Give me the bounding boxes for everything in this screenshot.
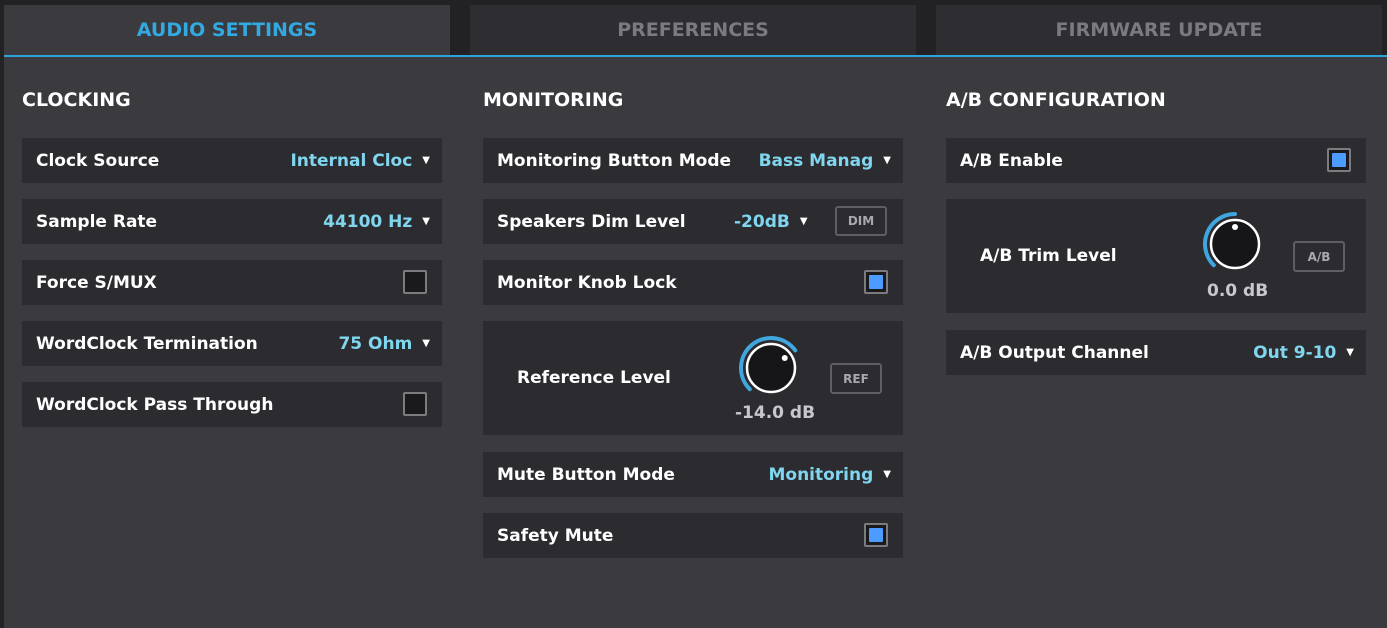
mute-button-mode-value: Monitoring <box>768 464 874 485</box>
speakers-dim-level-row: Speakers Dim Level -20dB ▼ DIM <box>483 199 903 244</box>
wordclock-termination-value: 75 Ohm <box>338 333 413 354</box>
monitor-knob-lock-checkbox[interactable] <box>864 270 888 294</box>
wordclock-pass-through-label: WordClock Pass Through <box>36 394 274 415</box>
mute-button-mode-label: Mute Button Mode <box>497 464 675 485</box>
clock-source-row: Clock Source Internal Cloc ▼ <box>22 138 442 183</box>
ab-enable-checkbox[interactable] <box>1327 148 1351 172</box>
caret-down-icon: ▼ <box>422 155 430 166</box>
caret-down-icon: ▼ <box>883 155 891 166</box>
clock-source-label: Clock Source <box>36 150 160 171</box>
ab-configuration-section-title: A/B CONFIGURATION <box>946 89 1166 111</box>
safety-mute-checkbox[interactable] <box>864 523 888 547</box>
mute-button-mode-row: Mute Button Mode Monitoring ▼ <box>483 452 903 497</box>
tab-preferences[interactable]: PREFERENCES <box>470 5 916 55</box>
wordclock-termination-dropdown[interactable]: 75 Ohm ▼ <box>338 334 430 354</box>
monitor-knob-lock-label: Monitor Knob Lock <box>497 272 677 293</box>
speakers-dim-level-label: Speakers Dim Level <box>497 211 686 232</box>
reference-level-block: Reference Level -14.0 dB REF <box>483 321 903 435</box>
clocking-section-title: CLOCKING <box>22 89 131 111</box>
ab-button[interactable]: A/B <box>1293 241 1345 272</box>
caret-down-icon: ▼ <box>422 216 430 227</box>
reference-level-value: -14.0 dB <box>735 403 816 423</box>
safety-mute-row: Safety Mute <box>483 513 903 558</box>
wordclock-pass-through-row: WordClock Pass Through <box>22 382 442 427</box>
caret-down-icon: ▼ <box>422 338 430 349</box>
force-smux-checkbox[interactable] <box>403 270 427 294</box>
wordclock-pass-through-checkbox[interactable] <box>403 392 427 416</box>
force-smux-row: Force S/MUX <box>22 260 442 305</box>
tab-firmware-update[interactable]: FIRMWARE UPDATE <box>936 5 1382 55</box>
ab-trim-level-knob[interactable] <box>1202 211 1268 277</box>
clock-source-dropdown[interactable]: Internal Cloc ▼ <box>290 151 430 171</box>
sample-rate-dropdown[interactable]: 44100 Hz ▼ <box>323 212 430 232</box>
caret-down-icon: ▼ <box>799 216 808 227</box>
ab-output-channel-label: A/B Output Channel <box>960 342 1149 363</box>
mute-button-mode-dropdown[interactable]: Monitoring ▼ <box>768 465 891 485</box>
monitoring-button-mode-dropdown[interactable]: Bass Manag ▼ <box>759 151 891 171</box>
force-smux-label: Force S/MUX <box>36 272 157 293</box>
reference-level-label: Reference Level <box>517 368 671 388</box>
ab-enable-row: A/B Enable <box>946 138 1366 183</box>
monitoring-section-title: MONITORING <box>483 89 624 111</box>
ab-enable-label: A/B Enable <box>960 150 1063 171</box>
caret-down-icon: ▼ <box>883 469 891 480</box>
wordclock-termination-label: WordClock Termination <box>36 333 258 354</box>
monitoring-button-mode-label: Monitoring Button Mode <box>497 150 732 171</box>
reference-level-knob[interactable] <box>738 335 804 401</box>
ab-trim-level-label: A/B Trim Level <box>980 246 1117 266</box>
speakers-dim-level-dropdown[interactable]: -20dB ▼ <box>734 212 808 232</box>
ab-output-channel-row: A/B Output Channel Out 9-10 ▼ <box>946 330 1366 375</box>
sample-rate-label: Sample Rate <box>36 211 158 232</box>
tab-bar: AUDIO SETTINGS PREFERENCES FIRMWARE UPDA… <box>0 0 1387 57</box>
monitor-knob-lock-row: Monitor Knob Lock <box>483 260 903 305</box>
wordclock-termination-row: WordClock Termination 75 Ohm ▼ <box>22 321 442 366</box>
ab-trim-level-block: A/B Trim Level 0.0 dB A/B <box>946 199 1366 313</box>
ab-output-channel-dropdown[interactable]: Out 9-10 ▼ <box>1253 343 1354 363</box>
monitoring-button-mode-row: Monitoring Button Mode Bass Manag ▼ <box>483 138 903 183</box>
sample-rate-row: Sample Rate 44100 Hz ▼ <box>22 199 442 244</box>
speakers-dim-level-value: -20dB <box>734 211 790 232</box>
clock-source-value: Internal Cloc <box>290 150 413 171</box>
monitoring-button-mode-value: Bass Manag <box>758 150 874 171</box>
ref-button[interactable]: REF <box>830 363 882 394</box>
reference-level-knob-body <box>745 342 797 394</box>
reference-level-knob-indicator <box>781 355 788 362</box>
tab-audio-settings[interactable]: AUDIO SETTINGS <box>4 5 450 55</box>
ab-trim-level-knob-indicator <box>1232 224 1238 230</box>
ab-output-channel-value: Out 9-10 <box>1253 342 1337 363</box>
ab-trim-level-value: 0.0 dB <box>1207 281 1269 301</box>
safety-mute-label: Safety Mute <box>497 525 614 546</box>
dim-button[interactable]: DIM <box>835 206 887 236</box>
caret-down-icon: ▼ <box>1346 347 1354 358</box>
sample-rate-value: 44100 Hz <box>323 211 413 232</box>
